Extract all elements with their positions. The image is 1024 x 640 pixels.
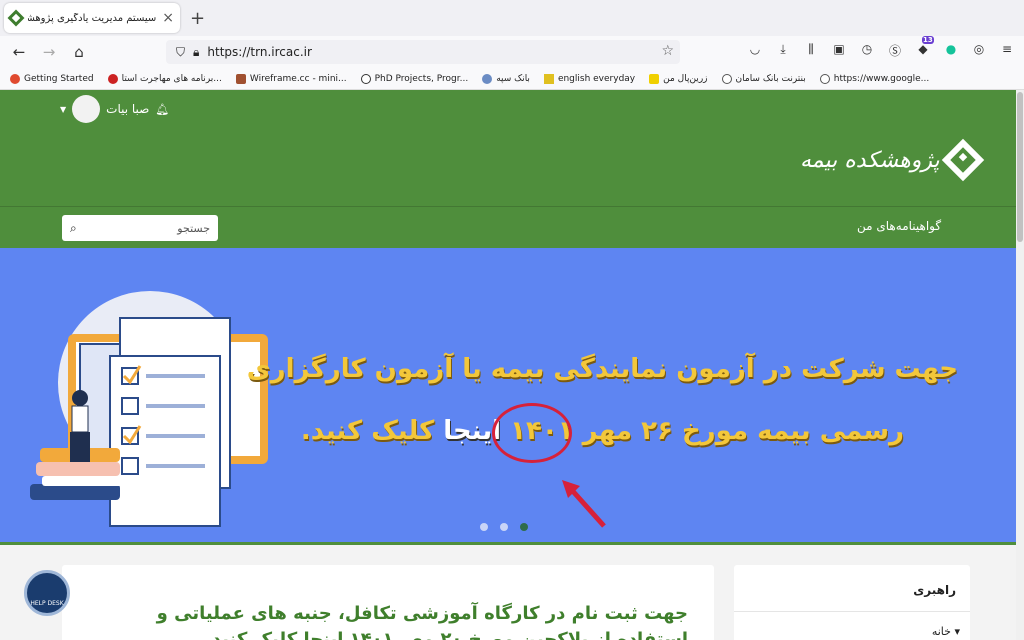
main-menu-bar: ⌕ جستجو گواهینامه‌های من [0,206,1016,248]
bookmark-item[interactable]: بنترنت بانک سامان [721,73,806,84]
hero-headline-line1: جهت شرکت در آزمون نمایندگی بیمه یا آزمون… [246,354,958,384]
search-placeholder: جستجو [177,221,210,235]
scrollbar-thumb[interactable] [1017,92,1023,242]
exam-illustration [30,291,268,527]
library-icon[interactable]: ⫼ [804,42,818,59]
back-icon[interactable]: ← [4,43,34,61]
menu-item-certificates[interactable]: گواهینامه‌های من [857,219,941,233]
site-logo[interactable]: پژوهشکده بیمه [800,138,984,182]
bookmarks-bar: Getting Started برنامه های مهاجرت استا..… [0,68,1024,90]
pointer-arrow-icon [562,480,606,528]
grammarly-icon[interactable]: ● [944,42,958,59]
announcement-title[interactable]: جهت ثبت نام در کارگاه آموزشی تکافل، جنبه… [88,601,688,640]
sync-icon[interactable]: ◎ [972,42,986,59]
extension-s-icon[interactable]: Ⓢ [888,42,902,59]
site-favicon-icon [7,9,25,27]
close-tab-icon[interactable]: × [162,10,174,26]
help-desk-button[interactable]: HELP DESK [24,570,70,616]
browser-tab[interactable]: سیستم مدیریت یادگیری پژوهشکده بیمه × [4,3,180,33]
divider [734,611,970,612]
search-icon[interactable]: ⌕ [70,221,77,236]
avatar[interactable] [72,95,101,123]
slider-dot-active[interactable] [520,523,528,531]
forward-icon[interactable]: → [34,43,64,61]
tab-title: سیستم مدیریت یادگیری پژوهشکده بیمه [28,12,157,24]
extension-badge-icon[interactable]: ◆ 13 [916,36,934,59]
slider-dot[interactable] [500,523,508,531]
logo-mark-icon [941,138,984,182]
search-input[interactable]: ⌕ جستجو [62,215,218,241]
highlight-circle [492,403,572,463]
web-page: ▼ صبا بیات 🔔︎ پژوهشکده بیمه ⌕ جستجو گواه… [0,90,1016,640]
bookmark-item[interactable]: زرین‌پال من [649,73,708,84]
clock-icon[interactable]: ◷ [860,42,874,59]
user-menu[interactable]: ▼ صبا بیات 🔔︎ [60,95,169,123]
logo-text: پژوهشکده بیمه [800,147,940,173]
downloads-icon[interactable]: ⤓ [776,42,790,59]
bookmark-item[interactable]: برنامه های مهاجرت استا... [107,73,222,84]
hero-text-after: کلیک کنید. [300,416,444,446]
bookmark-item[interactable]: https://www.google... [819,73,929,84]
bookmark-item[interactable]: english everyday [543,73,635,84]
bookmark-item[interactable]: Wireframe.cc - mini... [235,73,347,84]
home-icon[interactable]: ⌂ [64,43,94,61]
bookmark-item[interactable]: بانک سپه [482,73,530,84]
page-scrollbar[interactable] [1016,90,1024,640]
navigation-title: راهبری [913,583,956,597]
site-header: ▼ صبا بیات 🔔︎ پژوهشکده بیمه [0,90,1016,206]
navigation-bar: ← → ⌂ ⛉ 🔒︎ https://trn.ircac.ir ☆ ◡ ⤓ ⫼ … [0,36,1024,68]
hero-slider[interactable]: جهت شرکت در آزمون نمایندگی بیمه یا آزمون… [0,248,1016,542]
navigation-block: راهبری خانه ▾ [734,565,970,640]
bell-icon[interactable]: 🔔︎ [155,103,169,116]
hero-headline-line2: رسمی بیمه مورخ ۲۶ مهر ۱۴۰۱ اینجا کلیک کن… [301,416,904,446]
shield-icon[interactable]: ⛉ [176,45,185,60]
slider-dots [480,523,528,531]
bookmark-item[interactable]: Getting Started [10,73,94,84]
announcement-card: جهت ثبت نام در کارگاه آموزشی تکافل، جنبه… [62,565,714,640]
toolbar-icons: ◡ ⤓ ⫼ ▣ ◷ Ⓢ ◆ 13 ● ◎ ≡ [748,36,1014,59]
bookmark-star-icon[interactable]: ☆ [661,43,674,59]
user-name[interactable]: صبا بیات [106,102,149,116]
nav-item-home[interactable]: خانه ▾ [932,625,960,638]
bookmark-item[interactable]: PhD Projects, Progr... [360,73,468,84]
content-area: جهت ثبت نام در کارگاه آموزشی تکافل، جنبه… [0,542,1016,640]
badge-count: 13 [922,36,934,44]
menu-icon[interactable]: ≡ [1000,42,1014,59]
pocket-icon[interactable]: ◡ [748,42,762,59]
extension-icon[interactable]: ▣ [832,42,846,59]
slider-dot[interactable] [480,523,488,531]
lock-icon[interactable]: 🔒︎ [193,45,199,60]
address-bar[interactable]: ⛉ 🔒︎ https://trn.ircac.ir ☆ [166,40,680,64]
tab-strip: سیستم مدیریت یادگیری پژوهشکده بیمه × + [0,0,1024,36]
chevron-down-icon[interactable]: ▼ [60,105,66,114]
url-text[interactable]: https://trn.ircac.ir [207,45,312,59]
new-tab-icon[interactable]: + [190,8,205,29]
